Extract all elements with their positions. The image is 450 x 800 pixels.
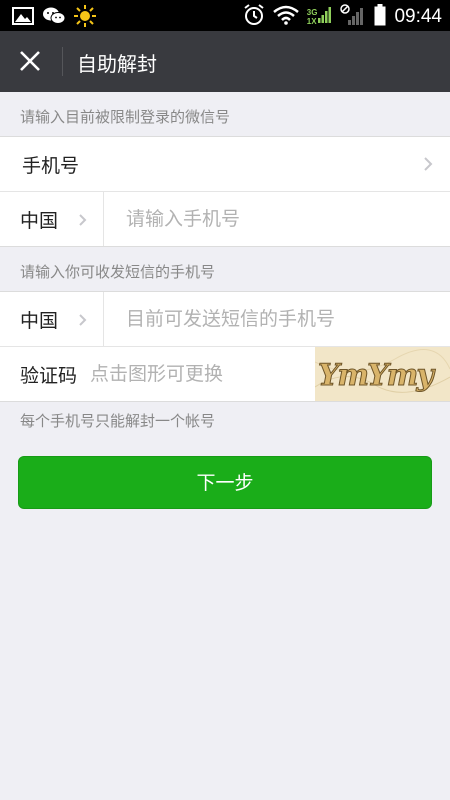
section-label-sms-phone: 请输入你可收发短信的手机号 — [20, 263, 216, 281]
clock: 09:44 — [394, 6, 442, 27]
captcha-image[interactable]: YmYmy — [315, 347, 450, 401]
country-label: 中国 — [20, 310, 59, 332]
captcha-label: 验证码 — [20, 365, 78, 387]
signal-icon — [318, 6, 332, 28]
country-divider — [103, 292, 104, 346]
alarm-icon — [243, 4, 265, 30]
page-title: 自助解封 — [77, 52, 157, 76]
sms-phone-row: 中国 — [0, 292, 450, 346]
battery-icon — [374, 4, 386, 30]
wechat-icon — [42, 6, 66, 30]
one-account-note: 每个手机号只能解封一个帐号 — [20, 412, 216, 430]
brightness-icon — [74, 5, 96, 31]
restricted-phone-row: 中国 — [0, 192, 450, 246]
country-label: 中国 — [20, 210, 59, 232]
chevron-right-icon — [78, 212, 87, 231]
section-label-restricted-account: 请输入目前被限制登录的微信号 — [20, 108, 231, 126]
network-1x-label: 1X — [306, 17, 317, 26]
captcha-row: 验证码 YmYmy — [0, 347, 450, 401]
account-type-selector[interactable]: 手机号 — [0, 137, 450, 191]
country-selector[interactable]: 中国 — [0, 192, 103, 246]
country-divider — [103, 192, 104, 246]
network-type: 3G 1X — [307, 6, 333, 28]
next-step-button[interactable]: 下一步 — [18, 456, 432, 509]
status-bar: 3G 1X 09:44 — [0, 0, 450, 31]
chevron-right-icon — [423, 156, 433, 176]
country-selector[interactable]: 中国 — [0, 292, 103, 346]
network-3g-label: 3G — [306, 8, 318, 17]
account-type-label: 手机号 — [22, 155, 80, 177]
restricted-account-group: 手机号 中国 — [0, 136, 450, 247]
chevron-right-icon — [78, 312, 87, 331]
restricted-phone-input[interactable] — [126, 206, 426, 232]
title-divider — [62, 47, 63, 76]
status-bar-system: 3G 1X 09:44 — [235, 4, 442, 30]
wifi-icon — [272, 5, 299, 29]
sms-phone-input[interactable] — [126, 306, 426, 332]
close-icon — [12, 51, 48, 83]
status-bar-notifications — [12, 5, 104, 31]
captcha-text: YmYmy — [318, 358, 436, 393]
title-bar: 自助解封 — [0, 31, 450, 92]
captcha-input[interactable] — [90, 361, 310, 387]
gallery-icon — [12, 6, 34, 30]
sms-phone-group: 中国 验证码 YmYmy — [0, 291, 450, 402]
no-sim-icon — [340, 4, 366, 30]
close-button[interactable] — [12, 43, 48, 79]
